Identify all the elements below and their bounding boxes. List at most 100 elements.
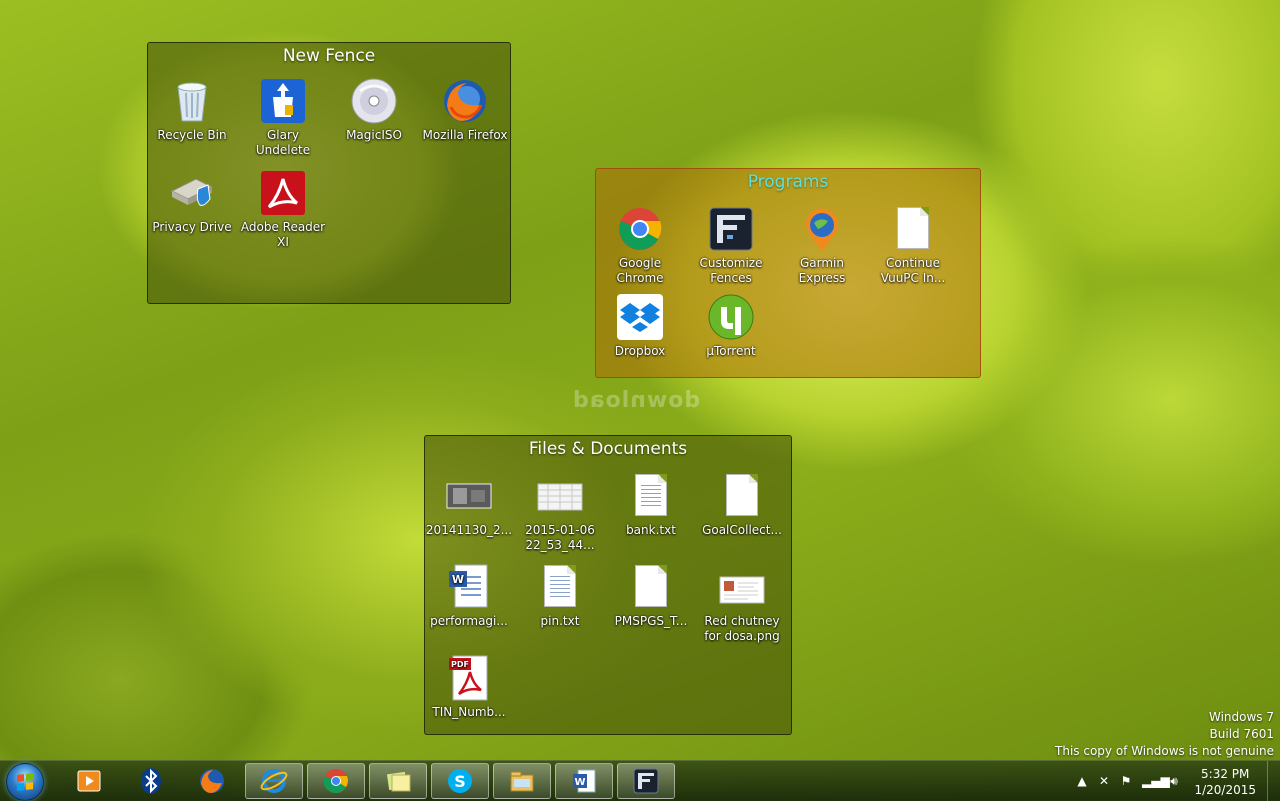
svg-text:S: S (454, 772, 466, 791)
desktop-icon-customize-fences[interactable]: Customize Fences (687, 205, 775, 286)
privacy-drive-icon (168, 169, 216, 217)
taskbar: S W ▲ ✕ ⚑ ▂▄▆ 🔊︎ 5:32 PM 1/20/2015 (0, 760, 1280, 801)
recycle-bin-icon (168, 77, 216, 125)
icon-label: Mozilla Firefox (422, 128, 508, 142)
file-icon-bank-txt[interactable]: bank.txt (607, 472, 695, 538)
garmin-icon (798, 205, 846, 253)
icon-label: GoalCollect... (702, 523, 782, 537)
clock-time: 5:32 PM (1201, 767, 1250, 781)
taskbar-internet-explorer[interactable] (245, 763, 303, 799)
taskbar-bluetooth[interactable] (122, 763, 180, 799)
media-center-icon (75, 767, 103, 795)
file-icon-pmspgs[interactable]: PMSPGS_T... (607, 563, 695, 629)
taskbar-firefox[interactable] (183, 763, 241, 799)
word-document-icon: W (445, 563, 493, 611)
icon-label: Garmin Express (798, 256, 846, 285)
text-file-icon (536, 563, 584, 611)
sticky-notes-icon (384, 767, 412, 795)
utorrent-icon (707, 293, 755, 341)
icon-label: µTorrent (706, 344, 756, 358)
blank-document-icon (627, 563, 675, 611)
blank-document-icon (889, 205, 937, 253)
svg-text:W: W (452, 573, 464, 586)
windows-genuine-notice: Windows 7 Build 7601 This copy of Window… (1055, 709, 1274, 760)
desktop-icon-garmin-express[interactable]: Garmin Express (778, 205, 866, 286)
desktop-icon-privacy-drive[interactable]: Privacy Drive (148, 169, 236, 235)
taskbar-sticky-notes[interactable] (369, 763, 427, 799)
fence-programs[interactable]: Programs Google Chrome Customize Fences … (595, 168, 981, 378)
fence-title[interactable]: New Fence (148, 43, 510, 69)
taskbar-media-center[interactable] (60, 763, 118, 799)
desktop-icon-glary-undelete[interactable]: Glary Undelete (239, 77, 327, 158)
fence-new-fence[interactable]: New Fence Recycle Bin Glary Undelete Mag… (147, 42, 511, 304)
show-desktop-button[interactable] (1267, 761, 1280, 801)
watermark: download (572, 388, 701, 413)
magiciso-icon (350, 77, 398, 125)
action-center-icon[interactable]: ⚑ (1118, 774, 1134, 788)
image-file-icon (445, 472, 493, 520)
icon-label: 2015-01-06 22_53_44... (525, 523, 595, 552)
taskbar-chrome[interactable] (307, 763, 365, 799)
fences-icon (632, 767, 660, 795)
adobe-reader-icon (259, 169, 307, 217)
skype-icon: S (446, 767, 474, 795)
file-icon-tin-number[interactable]: PDF TIN_Numb... (425, 654, 513, 720)
internet-explorer-icon (260, 767, 288, 795)
start-button[interactable] (6, 763, 44, 801)
firefox-icon (441, 77, 489, 125)
desktop-icon-adobe-reader[interactable]: Adobe Reader XI (239, 169, 327, 250)
file-icon-goalcollect[interactable]: GoalCollect... (698, 472, 786, 538)
file-icon-performagi[interactable]: W performagi... (425, 563, 513, 629)
icon-label: performagi... (430, 614, 508, 628)
taskbar-fences[interactable] (617, 763, 675, 799)
word-icon: W (570, 767, 598, 795)
desktop-icon-mozilla-firefox[interactable]: Mozilla Firefox (421, 77, 509, 143)
taskbar-file-explorer[interactable] (493, 763, 551, 799)
genuine-line-1: Windows 7 (1208, 710, 1274, 724)
show-hidden-icons-arrow-icon[interactable]: ▲ (1074, 774, 1090, 788)
file-icon-20141130[interactable]: 20141130_2... (425, 472, 513, 538)
taskbar-skype[interactable]: S (431, 763, 489, 799)
icon-label: Adobe Reader XI (240, 220, 326, 249)
chrome-icon (616, 205, 664, 253)
file-icon-red-chutney[interactable]: Red chutney for dosa.png (698, 563, 786, 644)
dropbox-tray-icon[interactable]: ✕ (1096, 774, 1112, 788)
glary-undelete-icon (259, 77, 307, 125)
icon-label: PMSPGS_T... (614, 614, 688, 628)
icon-label: Dropbox (614, 344, 666, 358)
desktop-icon-recycle-bin[interactable]: Recycle Bin (148, 77, 236, 143)
desktop-icon-continue-vuupc[interactable]: Continue VuuPC In... (869, 205, 957, 286)
svg-text:W: W (574, 777, 585, 788)
desktop-icon-utorrent[interactable]: µTorrent (687, 293, 775, 359)
volume-icon[interactable]: 🔊︎ (1166, 774, 1182, 788)
spreadsheet-image-icon (536, 472, 584, 520)
desktop-icon-dropbox[interactable]: Dropbox (596, 293, 684, 359)
icon-label: pin.txt (540, 614, 580, 628)
blank-document-icon (718, 472, 766, 520)
file-icon-2015-01-06[interactable]: 2015-01-06 22_53_44... (516, 472, 604, 553)
fence-files-documents[interactable]: Files & Documents 20141130_2... 2015-01-… (424, 435, 792, 735)
fence-title[interactable]: Files & Documents (425, 436, 791, 462)
taskbar-clock[interactable]: 5:32 PM 1/20/2015 (1194, 766, 1256, 798)
taskbar-word[interactable]: W (555, 763, 613, 799)
icon-label: 20141130_2... (425, 523, 513, 537)
icon-label: Continue VuuPC In... (880, 256, 946, 285)
dropbox-icon (616, 293, 664, 341)
icon-label: bank.txt (626, 523, 676, 537)
clock-date: 1/20/2015 (1194, 783, 1256, 797)
genuine-line-2: Build 7601 (1209, 727, 1274, 741)
icon-label: Red chutney for dosa.png (704, 614, 780, 643)
fence-title[interactable]: Programs (596, 169, 980, 195)
icon-label: TIN_Numb... (432, 705, 506, 719)
icon-label: Customize Fences (699, 256, 763, 285)
chrome-icon (322, 767, 350, 795)
desktop-icon-magiciso[interactable]: MagicISO (330, 77, 418, 143)
file-explorer-icon (508, 767, 536, 795)
desktop-icon-google-chrome[interactable]: Google Chrome (596, 205, 684, 286)
network-icon[interactable]: ▂▄▆ (1142, 774, 1170, 788)
icon-label: Privacy Drive (152, 220, 232, 234)
icon-label: Glary Undelete (255, 128, 311, 157)
file-icon-pin-txt[interactable]: pin.txt (516, 563, 604, 629)
system-tray: ▲ ✕ ⚑ ▂▄▆ 🔊︎ 5:32 PM 1/20/2015 (1070, 761, 1280, 801)
icon-label: Recycle Bin (157, 128, 227, 142)
